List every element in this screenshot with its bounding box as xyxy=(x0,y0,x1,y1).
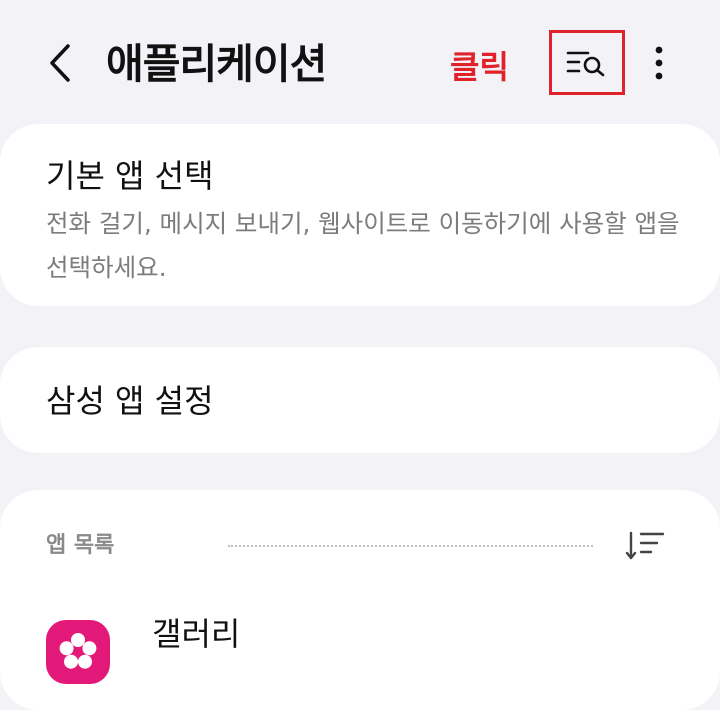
default-apps-card[interactable]: 기본 앱 선택 전화 걸기, 메시지 보내기, 웹사이트로 이동하기에 사용할 … xyxy=(0,124,720,306)
back-arrow-icon xyxy=(50,44,70,82)
more-options-button[interactable] xyxy=(640,38,678,88)
more-vertical-icon xyxy=(655,46,663,80)
samsung-app-settings-card[interactable]: 삼성 앱 설정 xyxy=(0,347,720,453)
filter-search-icon xyxy=(566,51,605,76)
list-item[interactable]: 갤러리 xyxy=(0,596,720,684)
click-annotation-label: 클릭 xyxy=(450,48,509,86)
default-apps-description: 전화 걸기, 메시지 보내기, 웹사이트로 이동하기에 사용할 앱을 선택하세요… xyxy=(46,209,680,282)
sort-button[interactable] xyxy=(622,526,668,566)
back-button[interactable] xyxy=(38,38,82,88)
page-title: 애플리케이션 xyxy=(106,40,327,88)
gallery-flower-icon xyxy=(46,620,110,684)
search-button[interactable] xyxy=(549,30,625,95)
app-bar: 애플리케이션 클릭 xyxy=(0,0,720,120)
default-apps-title: 기본 앱 선택 xyxy=(46,157,214,195)
app-name: 갤러리 xyxy=(152,615,241,653)
app-list-label: 앱 목록 xyxy=(46,533,115,558)
section-divider xyxy=(228,545,593,547)
samsung-app-settings-title: 삼성 앱 설정 xyxy=(46,382,214,420)
sort-icon xyxy=(625,531,665,560)
